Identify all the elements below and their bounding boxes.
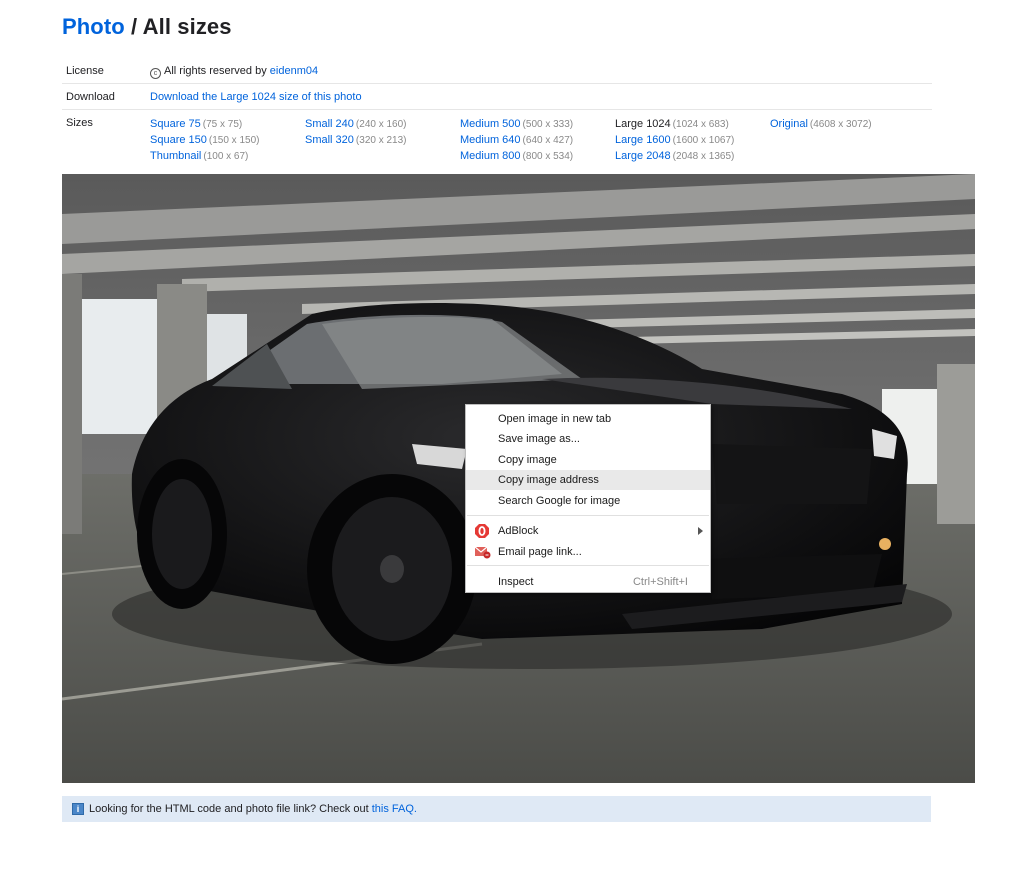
context-menu-item-label: Search Google for image (498, 495, 621, 507)
copyright-icon: c (150, 68, 161, 79)
photo-meta-table: License c All rights reserved by eidenm04… (62, 58, 932, 170)
size-option-dimensions: (75 x 75) (202, 119, 243, 130)
context-menu-shortcut: Ctrl+Shift+I (632, 576, 688, 588)
sizes-label: Sizes (66, 117, 93, 129)
title-separator: / (124, 14, 143, 39)
license-text: All rights reserved by (164, 65, 267, 77)
faq-text: Looking for the HTML code and photo file… (89, 803, 417, 815)
size-option-name[interactable]: Small 320 (305, 134, 354, 146)
size-option-dimensions: (640 x 427) (522, 135, 574, 146)
faq-link[interactable]: this FAQ. (372, 803, 417, 815)
size-option-dimensions: (800 x 534) (522, 151, 574, 162)
context-menu-separator (467, 515, 709, 516)
size-option-dimensions: (320 x 213) (355, 135, 407, 146)
sizes-grid: Square 75 (75 x 75) Square 150 (150 x 150) T… (150, 116, 932, 166)
size-option-name[interactable]: Square 75 (150, 118, 201, 130)
size-option-dimensions: (4608 x 3072) (809, 119, 872, 130)
page-title: Photo / All sizes (62, 14, 232, 40)
photo-link[interactable]: Photo (62, 14, 125, 39)
size-option[interactable]: Large 2048 (2048 x 1365) (615, 148, 734, 164)
faq-message: Looking for the HTML code and photo file… (89, 803, 369, 815)
size-option-name[interactable]: Original (770, 118, 808, 130)
license-label: License (66, 65, 104, 77)
info-icon: i (72, 803, 84, 815)
context-menu-item-label: Save image as... (498, 433, 580, 445)
page-heading: All sizes (142, 14, 232, 39)
size-option-dimensions: (100 x 67) (203, 151, 249, 162)
license-value: c All rights reserved by eidenm04 (150, 65, 318, 79)
sizes-column: Medium 500 (500 x 333) Medium 640 (640 x 42… (460, 116, 573, 164)
context-menu-item-label: Copy image address (498, 474, 599, 486)
size-option-name[interactable]: Medium 640 (460, 134, 521, 146)
size-option-name[interactable]: Square 150 (150, 134, 207, 146)
size-option[interactable]: Medium 640 (640 x 427) (460, 132, 573, 148)
sizes-column: Small 240 (240 x 160) Small 320 (320 x 213) (305, 116, 407, 148)
context-menu-item[interactable]: Open image in new tab (466, 409, 710, 429)
download-row: Download Download the Large 1024 size of… (62, 84, 932, 110)
size-option-name[interactable]: Large 2048 (615, 150, 671, 162)
context-menu: Open image in new tab Save image as... Cop… (465, 404, 711, 593)
size-option[interactable]: Medium 800 (800 x 534) (460, 148, 573, 164)
context-menu-item-label: Inspect (498, 576, 534, 588)
size-option[interactable]: Medium 500 (500 x 333) (460, 116, 573, 132)
size-option-dimensions: (2048 x 1365) (672, 151, 735, 162)
size-option-dimensions: (150 x 150) (208, 135, 260, 146)
license-user-link[interactable]: eidenm04 (270, 65, 318, 77)
size-option-dimensions: (1600 x 1067) (672, 135, 735, 146)
size-option-name: Large 1024 (615, 118, 671, 130)
size-option: Large 1024 (1024 x 683) (615, 116, 734, 132)
size-option[interactable]: Square 75 (75 x 75) (150, 116, 259, 132)
context-menu-item[interactable]: Copy image address (466, 470, 710, 490)
size-option[interactable]: Small 240 (240 x 160) (305, 116, 407, 132)
size-option[interactable]: Thumbnail (100 x 67) (150, 148, 259, 164)
size-option[interactable]: Square 150 (150 x 150) (150, 132, 259, 148)
context-menu-item-label: Email page link... (498, 546, 582, 558)
size-option-name[interactable]: Medium 500 (460, 118, 521, 130)
size-option-name[interactable]: Thumbnail (150, 150, 201, 162)
size-option-name[interactable]: Large 1600 (615, 134, 671, 146)
sizes-row: Sizes Square 75 (75 x 75) Square 150 (150 x… (62, 110, 932, 170)
size-option[interactable]: Original (4608 x 3072) (770, 116, 872, 132)
context-menu-item[interactable]: Inspect Ctrl+Shift+I (466, 572, 710, 592)
context-menu-item-label: Copy image (498, 454, 557, 466)
sizes-column: Square 75 (75 x 75) Square 150 (150 x 150) T… (150, 116, 259, 164)
context-menu-item[interactable]: AdBlock (466, 521, 710, 541)
size-option-dimensions: (1024 x 683) (672, 119, 729, 130)
sizes-column: Large 1024 (1024 x 683) Large 1600 (1600 x … (615, 116, 734, 164)
sizes-column: Original (4608 x 3072) (770, 116, 872, 132)
faq-banner: i Looking for the HTML code and photo fi… (62, 796, 931, 822)
download-link[interactable]: Download the Large 1024 size of this pho… (150, 91, 362, 103)
context-menu-item-label: AdBlock (498, 525, 539, 537)
size-option[interactable]: Small 320 (320 x 213) (305, 132, 407, 148)
submenu-arrow-icon (698, 527, 703, 535)
download-label: Download (66, 91, 115, 103)
email-icon (474, 545, 491, 559)
size-option-name[interactable]: Small 240 (305, 118, 354, 130)
size-option-dimensions: (500 x 333) (522, 119, 574, 130)
size-option-dimensions: (240 x 160) (355, 119, 407, 130)
size-option[interactable]: Large 1600 (1600 x 1067) (615, 132, 734, 148)
context-menu-item[interactable]: Save image as... (466, 429, 710, 449)
license-row: License c All rights reserved by eidenm04 (62, 58, 932, 84)
context-menu-item-label: Open image in new tab (498, 413, 612, 425)
adblock-icon (475, 524, 489, 538)
context-menu-item[interactable]: Email page link... (466, 542, 710, 562)
context-menu-item[interactable]: Copy image (466, 450, 710, 470)
context-menu-separator (467, 565, 709, 566)
context-menu-item[interactable]: Search Google for image (466, 491, 710, 511)
size-option-name[interactable]: Medium 800 (460, 150, 521, 162)
